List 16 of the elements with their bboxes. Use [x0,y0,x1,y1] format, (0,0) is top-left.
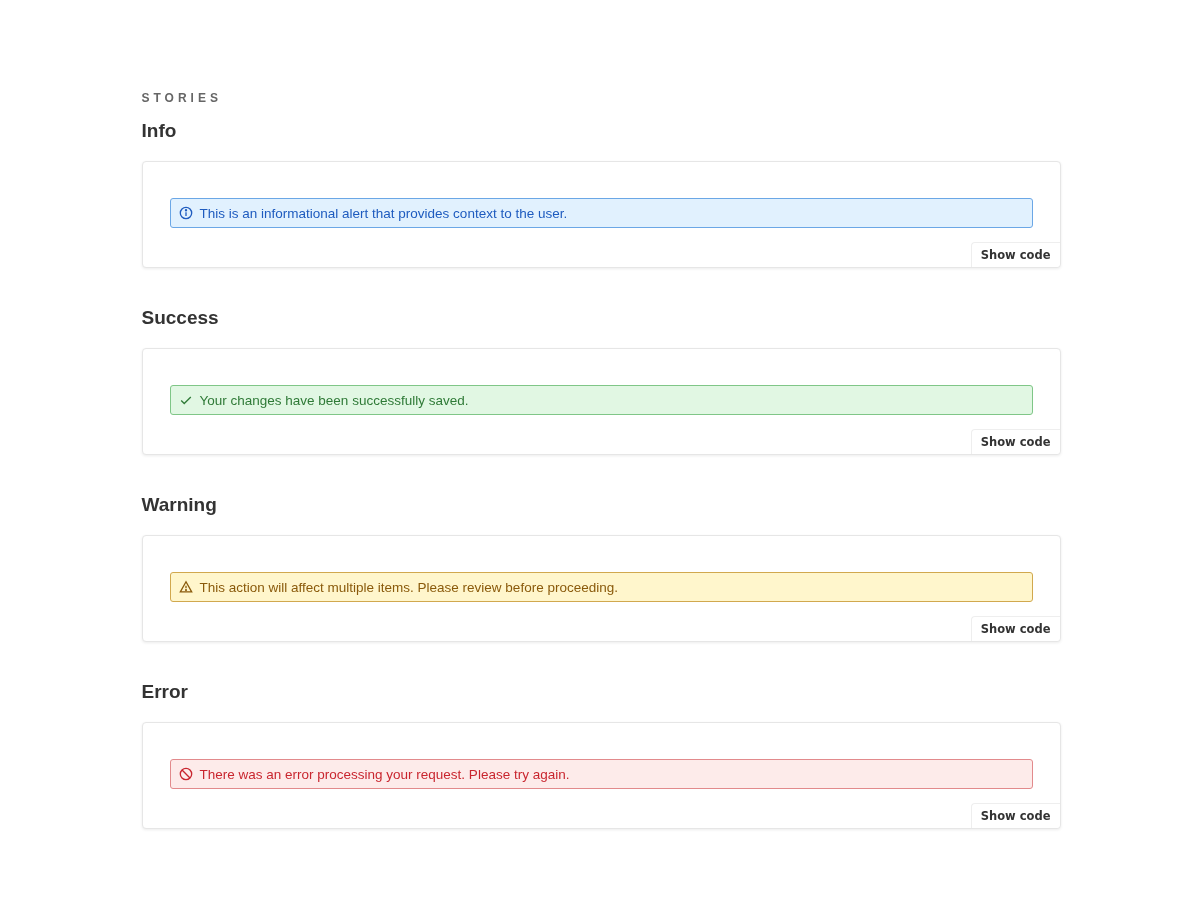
alert-message: This action will affect multiple items. Please review before proceeding. [199,579,618,595]
section-eyebrow: STORIES [141,91,223,105]
story-title: Success [141,306,220,330]
show-code-button[interactable]: Show code [970,616,1060,641]
warning-icon [178,580,193,594]
alert-message: Your changes have been successfully saved. [199,392,469,408]
story-title: Info [141,119,178,143]
prohibited-icon [178,767,193,781]
show-code-button[interactable]: Show code [970,242,1060,267]
story-title: Warning [141,493,218,517]
show-code-button[interactable]: Show code [970,803,1060,828]
story-title: Error [141,680,189,704]
show-code-button[interactable]: Show code [970,429,1060,454]
info-icon [178,206,193,220]
alert-message: This is an informational alert that provides context to the user. [199,205,568,221]
alert-message: There was an error processing your request. Please try again. [199,766,570,782]
